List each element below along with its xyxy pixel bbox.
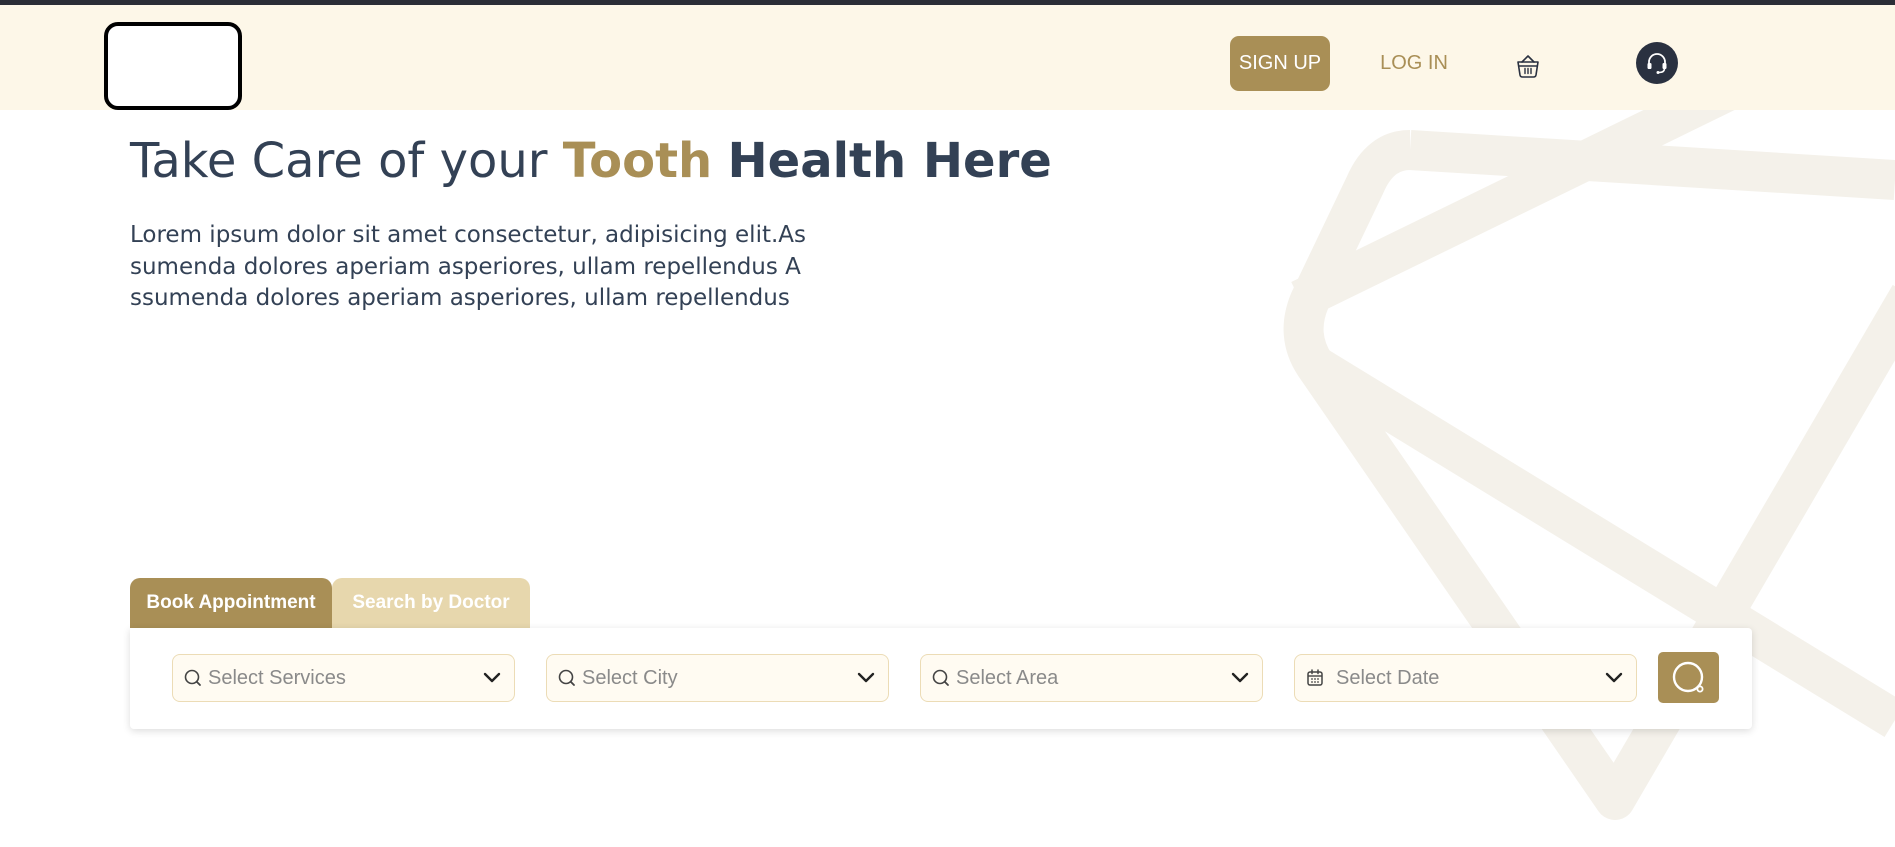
chevron-down-icon [1231,672,1249,683]
site-header: SIGN UP LOG IN [0,5,1895,110]
hero-title-part1: Take Care of your [130,133,548,189]
search-icon [184,669,201,686]
support-button[interactable] [1636,42,1678,84]
select-date-dropdown[interactable]: Select Date [1294,654,1637,702]
hero-description: Lorem ipsum dolor sit amet consectetur, … [130,222,807,311]
select-area-dropdown[interactable]: Select Area [920,654,1263,702]
select-services-placeholder: Select Services [208,666,346,689]
hero-title: Take Care of your Tooth Health Here [130,130,1052,192]
headset-icon [1647,53,1667,74]
select-services-dropdown[interactable]: Select Services [172,654,515,702]
cart-icon[interactable] [1515,53,1541,79]
calendar-icon [1307,669,1323,686]
search-icon [932,669,949,686]
select-area-placeholder: Select Area [956,666,1059,689]
search-icon [1672,661,1703,692]
tab-book-appointment[interactable]: Book Appointment [130,578,332,628]
search-button[interactable] [1658,652,1719,703]
signup-button[interactable]: SIGN UP [1230,36,1330,91]
hero-title-part2: Health Here [727,133,1052,189]
search-icon [558,669,575,686]
select-city-placeholder: Select City [582,666,678,689]
hero-title-accent: Tooth [562,133,713,189]
booking-search-panel: Select Services Select City Select Area [130,628,1752,729]
select-city-dropdown[interactable]: Select City [546,654,889,702]
select-date-placeholder: Select Date [1336,666,1440,689]
tab-search-by-doctor[interactable]: Search by Doctor [332,578,530,628]
chevron-down-icon [857,672,875,683]
chevron-down-icon [483,672,501,683]
logo-placeholder[interactable] [104,22,242,110]
chevron-down-icon [1605,672,1623,683]
login-button[interactable]: LOG IN [1366,36,1462,91]
